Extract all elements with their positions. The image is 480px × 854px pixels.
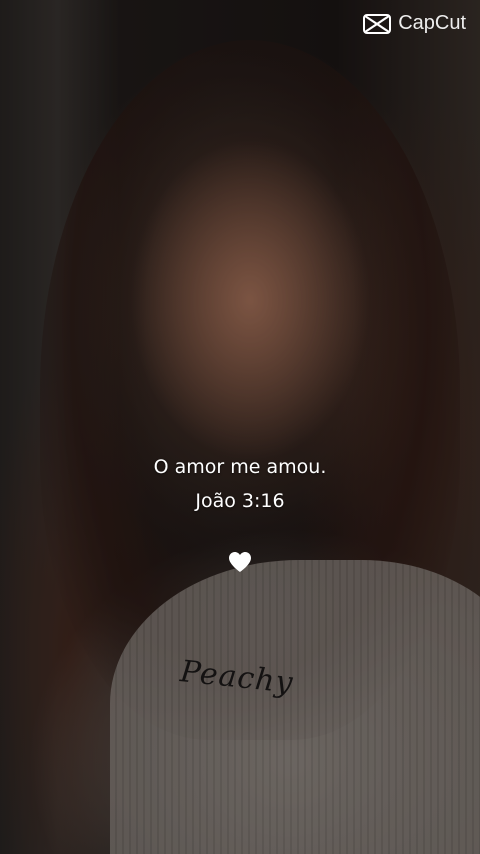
caption-line-1: O amor me amou.: [153, 456, 327, 478]
capcut-logo-icon: [362, 13, 392, 35]
caption-line-2: João 3:16: [195, 490, 285, 512]
capcut-watermark: CapCut: [362, 12, 466, 35]
capcut-brand-text: CapCut: [398, 12, 466, 34]
video-frame: Peachy CapCut O amor me amou. João 3:16: [0, 0, 480, 854]
dim-overlay: [0, 0, 480, 854]
white-heart-icon: [228, 551, 252, 573]
